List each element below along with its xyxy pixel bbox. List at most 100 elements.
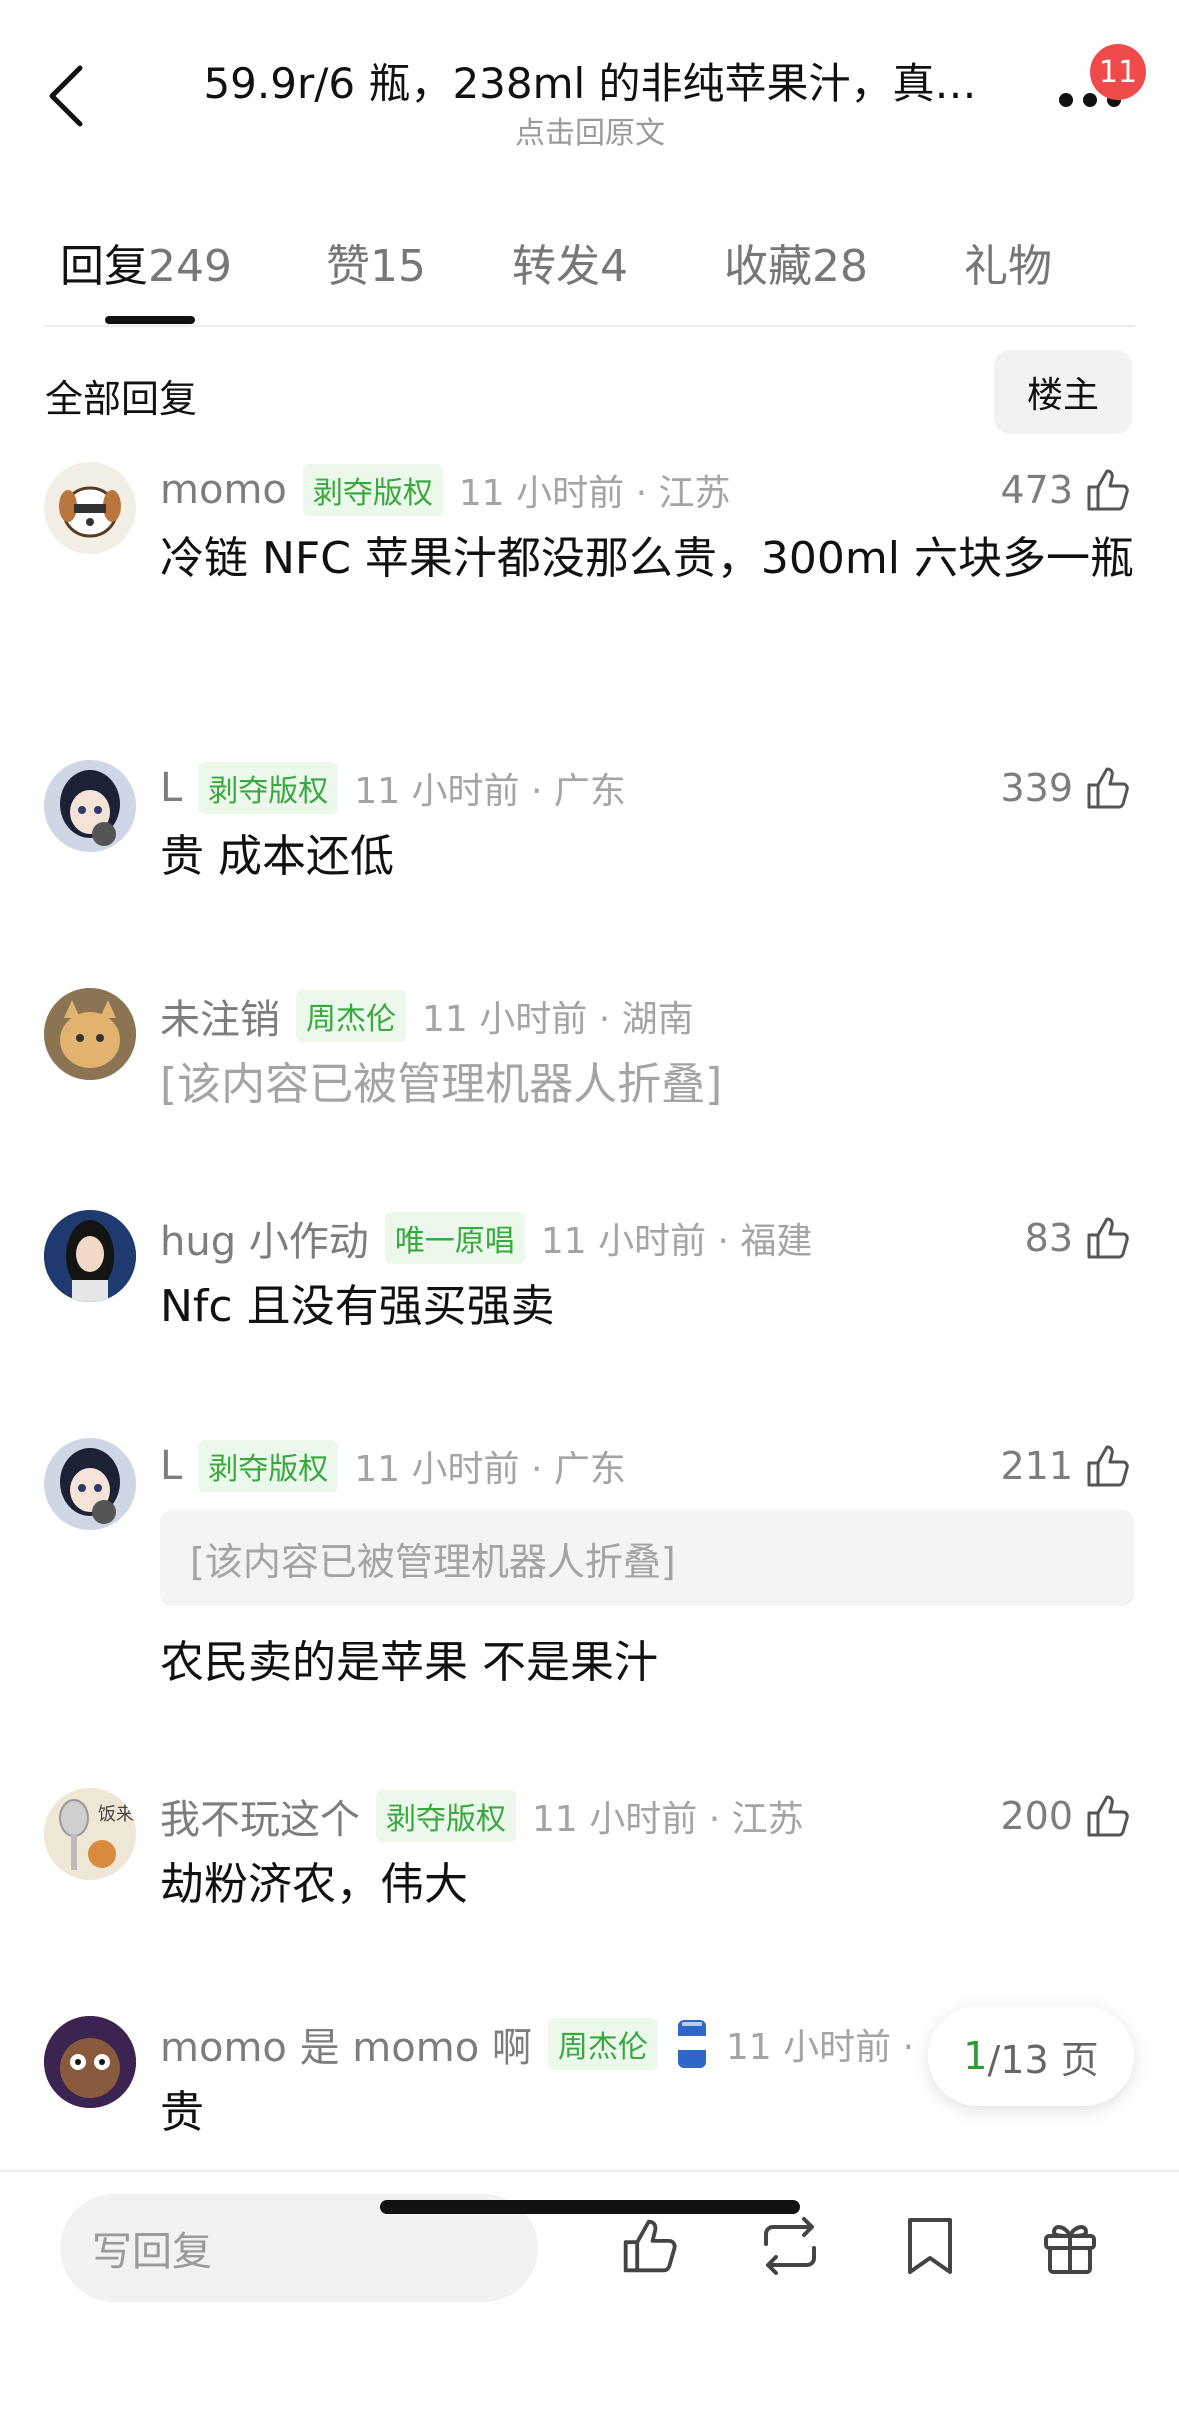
user-tag[interactable]: 剥夺版权 bbox=[376, 1790, 516, 1842]
timestamp: 11 小时前 · 江苏 bbox=[532, 1799, 804, 1840]
top-header: 59.9r/6 瓶，238ml 的非纯苹果汁，真… 点击回原文 11 bbox=[0, 0, 1179, 170]
comment-meta: momo 剥夺版权 11 小时前 · 江苏 bbox=[160, 462, 730, 518]
user-tag[interactable]: 唯一原唱 bbox=[384, 1212, 525, 1264]
comment-meta: 我不玩这个 剥夺版权 11 小时前 · 江苏 bbox=[160, 1788, 804, 1844]
tab-label: 赞 bbox=[326, 241, 370, 292]
comment-meta: L 剥夺版权 11 小时前 · 广东 bbox=[160, 760, 626, 816]
tab-reposts[interactable]: 转发4 bbox=[512, 230, 628, 294]
tab-bar: 回复249 赞15 转发4 收藏28 礼物 bbox=[0, 220, 1179, 330]
like-button[interactable]: 473 bbox=[1000, 462, 1133, 518]
repost-icon bbox=[764, 2217, 816, 2275]
tab-label: 转发 bbox=[512, 241, 600, 292]
avatar[interactable] bbox=[44, 462, 136, 554]
comment-text: Nfc 且没有强买强卖 bbox=[160, 1281, 555, 1332]
tab-gifts[interactable]: 礼物 bbox=[964, 230, 1052, 294]
user-tag[interactable]: 剥夺版权 bbox=[198, 1440, 339, 1492]
gift-button[interactable] bbox=[1032, 2208, 1108, 2284]
username[interactable]: 我不玩这个 bbox=[160, 1787, 360, 1845]
tab-count: 249 bbox=[148, 241, 232, 292]
dog-avatar-icon bbox=[59, 486, 121, 538]
current-page: 1 bbox=[963, 2034, 988, 2078]
character-avatar-icon bbox=[44, 2016, 136, 2108]
spoon-avatar-icon: 饭来 bbox=[44, 1788, 136, 1880]
comment-text: 贵 成本还低 bbox=[160, 831, 394, 882]
anime-girl-avatar-icon bbox=[44, 1438, 136, 1530]
avatar[interactable] bbox=[44, 760, 136, 852]
tab-label: 回复 bbox=[60, 241, 148, 292]
timestamp: 11 小时前 · 湖南 bbox=[422, 999, 694, 1040]
active-tab-indicator bbox=[105, 316, 195, 324]
photo-avatar-icon bbox=[44, 1210, 136, 1302]
user-tag[interactable]: 剥夺版权 bbox=[198, 762, 339, 814]
notification-badge: 11 bbox=[1090, 44, 1146, 100]
back-button[interactable] bbox=[36, 56, 96, 136]
timestamp: 11 小时前 · bbox=[725, 2027, 915, 2068]
like-count: 200 bbox=[1000, 1794, 1073, 1838]
svg-text:饭来: 饭来 bbox=[98, 1804, 134, 1825]
tab-replies[interactable]: 回复249 bbox=[60, 230, 232, 294]
thumbs-up-icon bbox=[1087, 1217, 1129, 1259]
tab-count: 4 bbox=[600, 241, 628, 292]
comment-meta: momo 是 momo 啊 周杰伦 11 小时前 · bbox=[160, 2016, 914, 2072]
tab-favorites[interactable]: 收藏28 bbox=[724, 230, 868, 294]
user-tag[interactable]: 剥夺版权 bbox=[302, 464, 443, 516]
like-count: 473 bbox=[1000, 468, 1073, 512]
back-to-original-link[interactable]: 点击回原文 bbox=[190, 108, 990, 152]
comment-text: 冷链 NFC 苹果汁都没那么贵，300ml 六块多一瓶 bbox=[160, 533, 1134, 584]
avatar[interactable]: 饭来 bbox=[44, 1788, 136, 1880]
like-count: 83 bbox=[1024, 1216, 1073, 1260]
avatar[interactable] bbox=[44, 988, 136, 1080]
tab-count: 28 bbox=[812, 241, 868, 292]
home-indicator bbox=[380, 2200, 800, 2214]
timestamp: 11 小时前 · 广东 bbox=[354, 1449, 626, 1490]
thumbs-up-icon bbox=[1087, 1445, 1129, 1487]
user-tag[interactable]: 周杰伦 bbox=[296, 990, 406, 1042]
tab-label: 礼物 bbox=[964, 241, 1052, 292]
quoted-reply[interactable]: [该内容已被管理机器人折叠] bbox=[160, 1510, 1134, 1606]
timestamp: 11 小时前 · 广东 bbox=[354, 771, 626, 812]
like-button[interactable]: 83 bbox=[1025, 1210, 1133, 1266]
like-button[interactable]: 339 bbox=[1000, 760, 1133, 816]
username[interactable]: momo 是 momo 啊 bbox=[160, 2015, 532, 2073]
tab-label: 收藏 bbox=[724, 241, 812, 292]
thumbs-up-icon bbox=[1087, 767, 1129, 809]
comment-meta: L 剥夺版权 11 小时前 · 广东 bbox=[160, 1438, 626, 1494]
total-pages: /13 页 bbox=[987, 2037, 1099, 2082]
bookmark-icon bbox=[908, 2218, 952, 2274]
username[interactable]: L bbox=[160, 765, 182, 811]
folded-comment-text[interactable]: [该内容已被管理机器人折叠] bbox=[160, 1048, 1140, 1122]
avatar[interactable] bbox=[44, 2016, 136, 2108]
username[interactable]: momo bbox=[160, 467, 287, 513]
comment-text: 农民卖的是苹果 不是果汁 bbox=[160, 1637, 658, 1688]
tab-count: 15 bbox=[370, 241, 426, 292]
like-button[interactable]: 211 bbox=[1000, 1438, 1133, 1494]
avatar[interactable] bbox=[44, 1210, 136, 1302]
cat-avatar-icon bbox=[44, 988, 136, 1080]
tab-likes[interactable]: 赞15 bbox=[326, 230, 426, 294]
can-badge-icon bbox=[677, 2020, 706, 2068]
gift-icon bbox=[1044, 2225, 1096, 2274]
user-tag[interactable]: 周杰伦 bbox=[547, 2018, 658, 2070]
username[interactable]: hug 小作动 bbox=[160, 1209, 369, 1267]
divider bbox=[45, 325, 1135, 327]
username[interactable]: L bbox=[160, 1443, 182, 1489]
like-count: 211 bbox=[1000, 1444, 1073, 1488]
comment-meta: hug 小作动 唯一原唱 11 小时前 · 福建 bbox=[160, 1210, 812, 1266]
avatar[interactable] bbox=[44, 1438, 136, 1530]
timestamp: 11 小时前 · 江苏 bbox=[458, 473, 731, 514]
timestamp: 11 小时前 · 福建 bbox=[540, 1221, 813, 1262]
username[interactable]: 未注销 bbox=[160, 987, 280, 1045]
anime-girl-avatar-icon bbox=[44, 760, 136, 852]
owner-filter-button[interactable]: 楼主 bbox=[994, 350, 1132, 434]
comment-meta: 未注销 周杰伦 11 小时前 · 湖南 bbox=[160, 988, 694, 1044]
like-post-button[interactable] bbox=[612, 2208, 688, 2284]
favorite-button[interactable] bbox=[892, 2208, 968, 2284]
thumbs-up-icon bbox=[623, 2219, 677, 2273]
page-indicator[interactable]: 1/13 页 bbox=[928, 2006, 1134, 2106]
comment-text: 劫粉济农，伟大 bbox=[160, 1859, 468, 1910]
post-title[interactable]: 59.9r/6 瓶，238ml 的非纯苹果汁，真… bbox=[190, 50, 990, 111]
thumbs-up-icon bbox=[1087, 469, 1129, 511]
like-button[interactable]: 200 bbox=[1000, 1788, 1133, 1844]
like-count: 339 bbox=[1000, 766, 1073, 810]
repost-button[interactable] bbox=[752, 2208, 828, 2284]
